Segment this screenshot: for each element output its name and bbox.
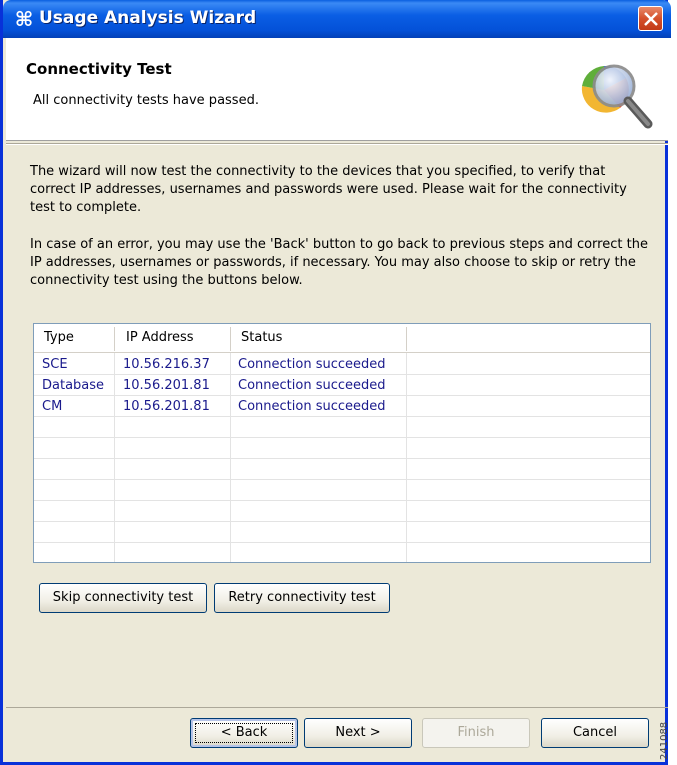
magnifier-chart-icon (581, 64, 653, 129)
grid-line (34, 521, 650, 522)
grid-line (34, 416, 650, 417)
grid-line (34, 374, 650, 375)
cell-status: Connection succeeded (238, 378, 386, 393)
app-icon: ⌘ (14, 7, 34, 31)
next-button[interactable]: Next > (304, 718, 412, 748)
cancel-button[interactable]: Cancel (541, 718, 649, 748)
column-divider[interactable] (230, 327, 231, 351)
column-divider[interactable] (114, 327, 115, 351)
close-icon (644, 12, 658, 26)
column-divider[interactable] (406, 327, 407, 351)
grid-line (34, 458, 650, 459)
column-header-status[interactable]: Status (241, 330, 282, 345)
title-bar[interactable]: ⌘ Usage Analysis Wizard (3, 0, 671, 38)
skip-connectivity-test-button[interactable]: Skip connectivity test (39, 583, 207, 613)
footer-divider (6, 707, 668, 708)
cell-type: SCE (42, 357, 68, 372)
wizard-window: ⌘ Usage Analysis Wizard Connectivity Tes… (0, 0, 671, 765)
window-title: Usage Analysis Wizard (39, 8, 257, 28)
close-button[interactable] (638, 6, 663, 31)
column-header-ip[interactable]: IP Address (126, 330, 194, 345)
page-title: Connectivity Test (26, 60, 172, 78)
finish-button[interactable]: Finish (422, 718, 530, 748)
grid-line (34, 500, 650, 501)
cell-type: CM (42, 399, 63, 414)
grid-line (34, 395, 650, 396)
cell-ip: 10.56.216.37 (123, 357, 210, 372)
grid-line (34, 542, 650, 543)
back-button[interactable]: < Back (190, 718, 298, 748)
figure-id: 241088 (659, 721, 670, 760)
cell-type: Database (42, 378, 105, 393)
cell-status: Connection succeeded (238, 357, 386, 372)
table-header: Type IP Address Status (34, 324, 650, 353)
wizard-header: Connectivity Test All connectivity tests… (6, 38, 668, 141)
grid-line (34, 437, 650, 438)
error-help-text: In case of an error, you may use the 'Ba… (30, 237, 648, 288)
connectivity-table[interactable]: Type IP Address Status SCE 10.56.216.37 … (33, 323, 651, 563)
column-header-type[interactable]: Type (44, 330, 74, 345)
retry-connectivity-test-button[interactable]: Retry connectivity test (214, 583, 390, 613)
grid-line (34, 479, 650, 480)
cell-status: Connection succeeded (238, 399, 386, 414)
cell-ip: 10.56.201.81 (123, 378, 210, 393)
focus-indicator (195, 723, 293, 743)
intro-text: The wizard will now test the connectivit… (30, 164, 627, 215)
header-divider (6, 143, 668, 145)
cell-ip: 10.56.201.81 (123, 399, 210, 414)
page-subtitle: All connectivity tests have passed. (33, 93, 259, 108)
